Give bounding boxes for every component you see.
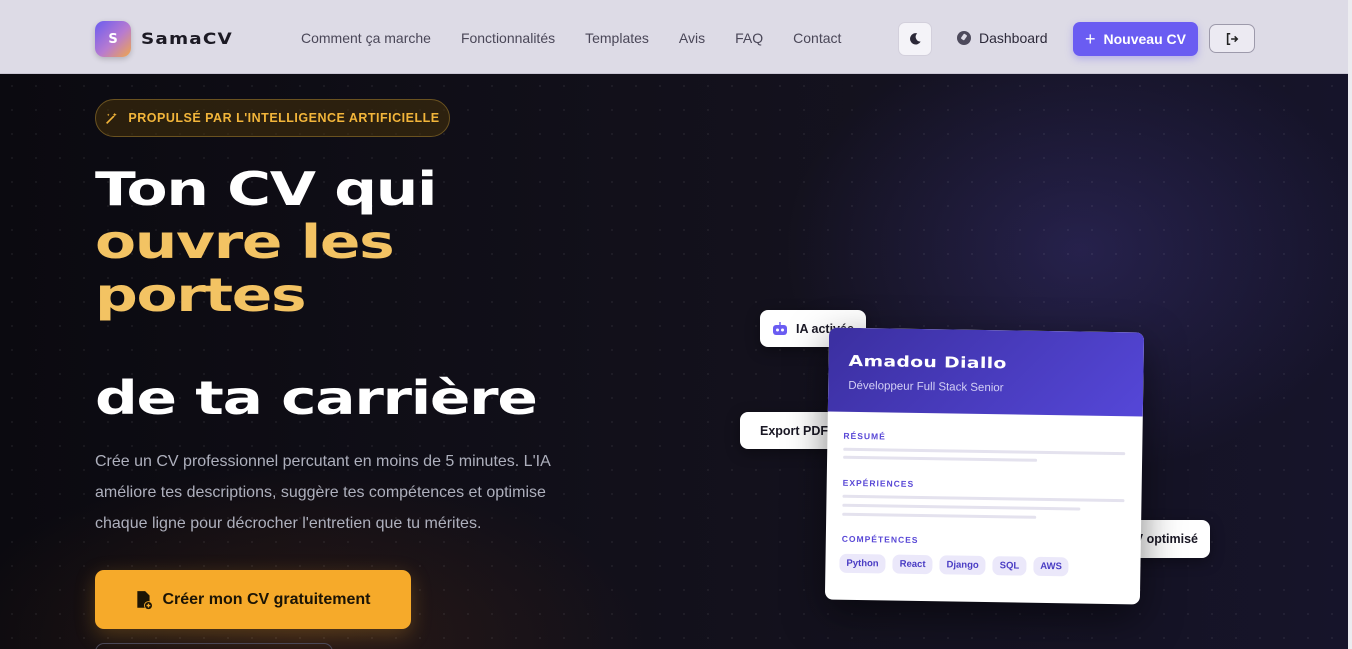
skill-chip: SQL [992, 556, 1027, 576]
gauge-icon [957, 31, 971, 45]
hero-title-line-3: portes [95, 268, 307, 322]
placeholder-line [843, 455, 1038, 462]
robot-icon [773, 321, 787, 335]
export-pdf-badge: Export PDF [740, 412, 840, 449]
nav-link-how-it-works[interactable]: Comment ça marche [301, 30, 431, 46]
nav-link-faq[interactable]: FAQ [735, 30, 763, 46]
cv-preview-header: Amadou Diallo Développeur Full Stack Sen… [827, 327, 1145, 417]
plus-icon: + [1085, 29, 1096, 49]
brand-name[interactable]: SamaCV [141, 29, 233, 48]
logout-icon [1226, 32, 1239, 45]
nav-link-reviews[interactable]: Avis [679, 30, 705, 46]
page-scrollbar[interactable] [1348, 0, 1352, 649]
hero-title-line-2: ouvre les [95, 215, 395, 269]
cta-label: Créer mon CV gratuitement [162, 590, 371, 608]
dashboard-label: Dashboard [979, 30, 1048, 46]
file-plus-icon [137, 590, 154, 610]
new-cv-button[interactable]: + Nouveau CV [1073, 22, 1198, 56]
cv-skills-list: Python React Django SQL AWS [839, 553, 1070, 577]
skill-chip: React [892, 554, 933, 575]
skill-chip: Django [939, 555, 986, 576]
placeholder-line [842, 503, 1081, 511]
cv-role: Développeur Full Stack Senior [848, 379, 1004, 395]
ai-badge: PROPULSÉ PAR L'INTELLIGENCE ARTIFICIELLE [95, 99, 450, 137]
placeholder-line [842, 512, 1037, 519]
dot-grid-background [0, 74, 1348, 649]
moon-icon [910, 33, 921, 45]
page: S SamaCV Comment ça marche Fonctionnalit… [0, 0, 1352, 649]
skill-chip: Python [839, 553, 886, 574]
export-pdf-label: Export PDF [760, 423, 829, 438]
logo-icon[interactable]: S [95, 21, 131, 57]
hero-title-line-4: de ta carrière [95, 371, 538, 425]
cv-preview-card: Amadou Diallo Développeur Full Stack Sen… [824, 327, 1145, 605]
top-navbar: S SamaCV Comment ça marche Fonctionnalit… [0, 0, 1348, 74]
nav-link-templates[interactable]: Templates [585, 30, 649, 46]
theme-toggle-button[interactable] [898, 22, 932, 56]
ai-badge-label: PROPULSÉ PAR L'INTELLIGENCE ARTIFICIELLE [128, 111, 440, 125]
nav-link-features[interactable]: Fonctionnalités [461, 30, 555, 46]
secondary-cta-button[interactable] [95, 643, 333, 649]
new-cv-label: Nouveau CV [1103, 31, 1186, 47]
cv-section-skills: COMPÉTENCES [841, 533, 919, 545]
nav-links: Comment ça marche Fonctionnalités Templa… [301, 30, 871, 46]
nav-link-contact[interactable]: Contact [793, 30, 841, 46]
cv-section-experience: EXPÉRIENCES [842, 477, 915, 489]
create-cv-cta-button[interactable]: Créer mon CV gratuitement [95, 570, 411, 629]
skill-chip: AWS [1033, 556, 1070, 577]
hero-description: Crée un CV professionnel percutant en mo… [95, 453, 550, 532]
placeholder-line [843, 447, 1126, 456]
dashboard-link[interactable]: Dashboard [957, 30, 1048, 46]
hero-title-line-1: Ton CV qui [95, 162, 437, 216]
cv-section-summary: RÉSUMÉ [843, 430, 886, 442]
logo-letter: S [108, 31, 118, 47]
logout-button[interactable] [1209, 24, 1255, 53]
magic-wand-icon [106, 112, 118, 124]
placeholder-line [842, 494, 1125, 503]
cv-name: Amadou Diallo [848, 351, 1007, 373]
